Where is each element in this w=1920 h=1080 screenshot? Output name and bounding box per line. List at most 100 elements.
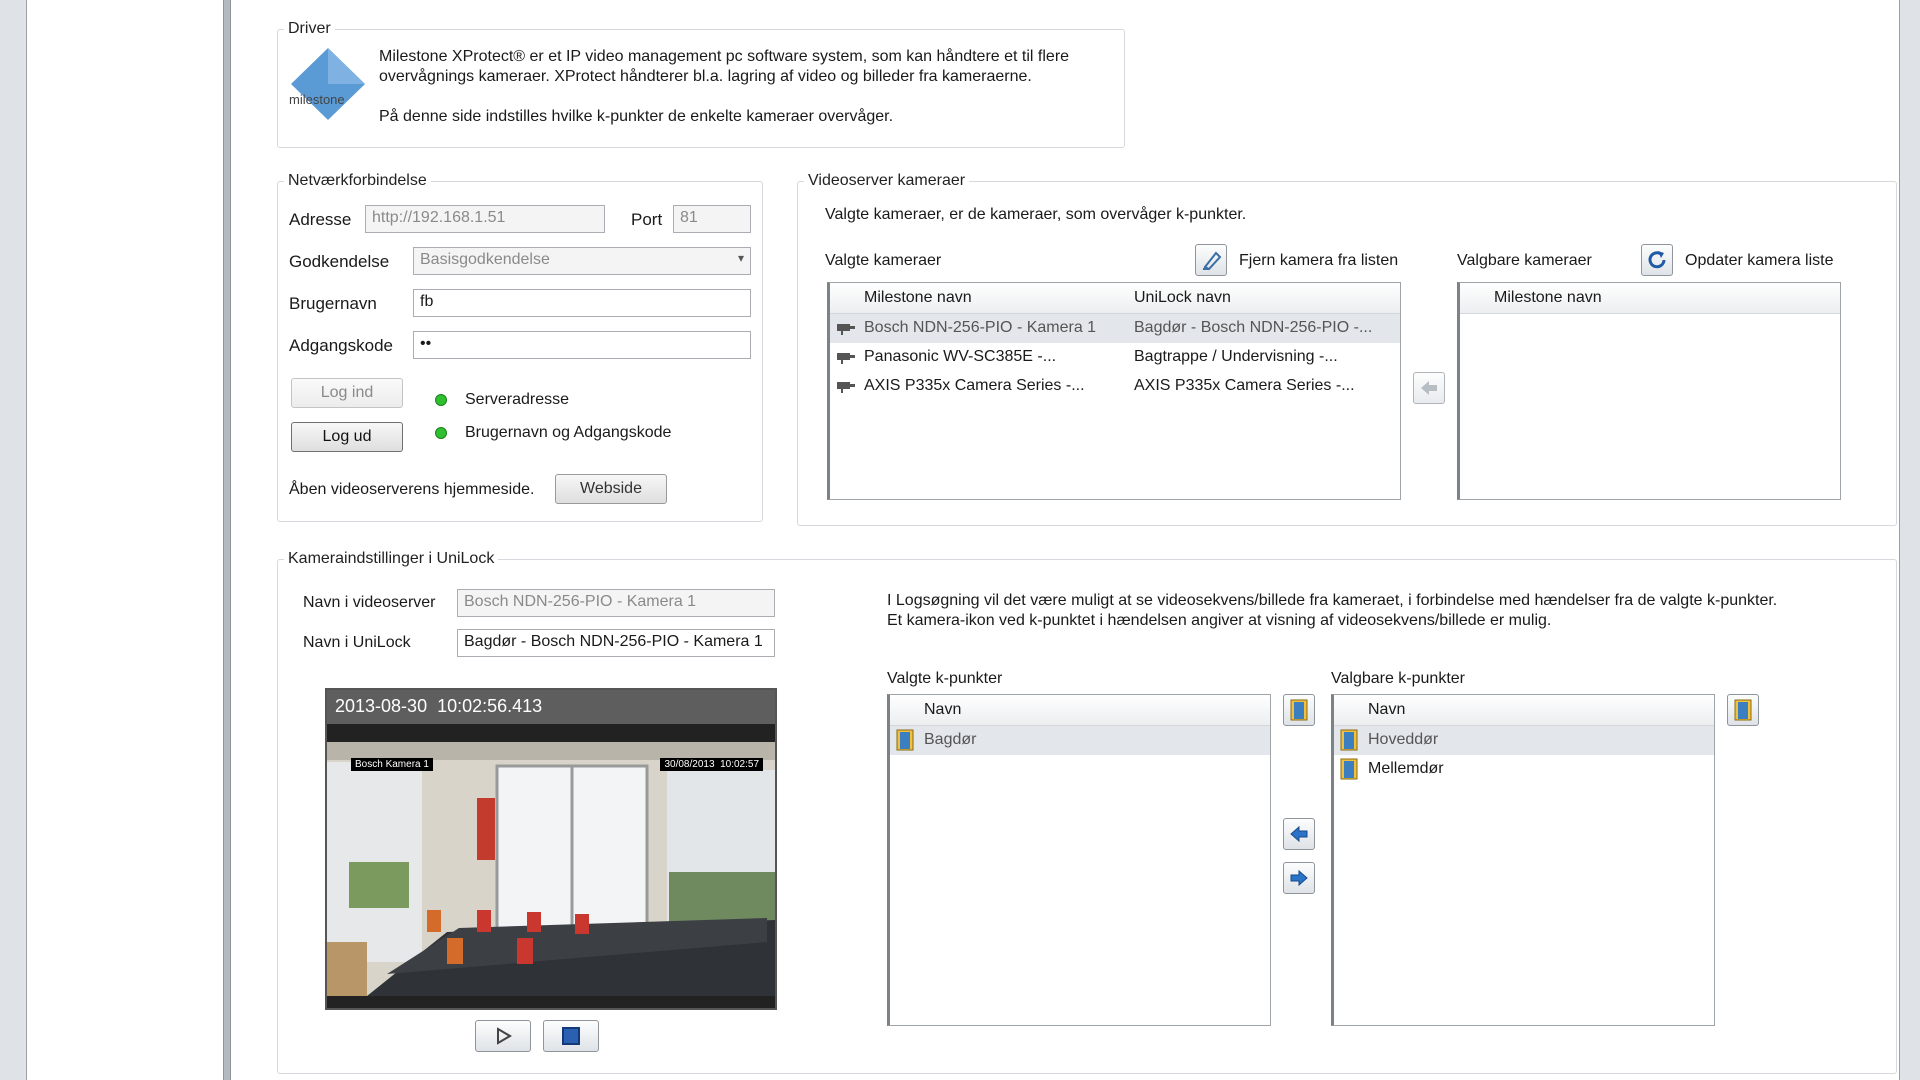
selected-cameras-list[interactable]: Milestone navn UniLock navn Bosch NDN-25… <box>827 282 1401 500</box>
webpage-button[interactable]: Webside <box>555 474 667 504</box>
milestone-logo: milestone <box>289 48 367 120</box>
network-legend: Netværkforbindelse <box>288 172 427 189</box>
server-status-label: Serveradresse <box>465 391 570 408</box>
info-line-2: Et kamera-ikon ved k-punktet i hændelsen… <box>887 612 1552 629</box>
camera-row[interactable]: Bosch NDN-256-PIO - Kamera 1 Bagdør - Bo… <box>830 314 1400 343</box>
camera-milestone-name: Panasonic WV-SC385E -... <box>864 348 1057 365</box>
camera-milestone-name: AXIS P335x Camera Series -... <box>864 377 1085 394</box>
port-label: Port <box>631 210 663 229</box>
credentials-status-dot <box>435 427 447 439</box>
left-navigation-pane <box>0 0 224 1080</box>
homepage-label: Åben videoserverens hjemmeside. <box>289 481 535 498</box>
camera-settings-legend: Kameraindstillinger i UniLock <box>288 550 495 567</box>
move-kpoint-right-button[interactable] <box>1283 862 1315 894</box>
col-milestone-name: Milestone navn <box>864 289 972 306</box>
remove-camera-button[interactable] <box>1195 244 1227 276</box>
kpoint-name: Hoveddør <box>1368 731 1439 748</box>
address-field[interactable]: http://192.168.1.51 <box>365 205 605 233</box>
move-camera-left-button[interactable] <box>1413 372 1445 404</box>
col-available-name: Navn <box>1368 701 1406 718</box>
door-icon <box>1340 758 1358 780</box>
available-kpoints-header: Navn <box>1334 695 1714 726</box>
selected-cameras-header: Milestone navn UniLock navn <box>830 283 1400 314</box>
server-status-dot <box>435 394 447 406</box>
kpoint-name: Mellemdør <box>1368 760 1444 777</box>
col-available-milestone-name: Milestone navn <box>1494 289 1602 306</box>
kpoint-row[interactable]: Mellemdør <box>1334 755 1714 784</box>
available-kpoints-label: Valgbare k-punkter <box>1331 670 1465 687</box>
play-icon <box>497 1027 512 1045</box>
available-kpoints-list[interactable]: Navn Hoveddør Mellemdør <box>1331 694 1715 1026</box>
add-kpoint-icon-button[interactable] <box>1283 694 1315 726</box>
login-button[interactable]: Log ind <box>291 378 403 408</box>
name-videoserver-label: Navn i videoserver <box>303 594 436 611</box>
add-available-kpoint-icon-button[interactable] <box>1727 694 1759 726</box>
kpoint-row[interactable]: Bagdør <box>890 726 1270 755</box>
col-unilock-name: UniLock navn <box>1134 289 1231 306</box>
name-unilock-label: Navn i UniLock <box>303 634 411 651</box>
milestone-diamond-icon <box>291 48 365 120</box>
move-kpoint-left-button[interactable] <box>1283 818 1315 850</box>
camera-icon <box>837 324 855 335</box>
play-button[interactable] <box>475 1020 531 1052</box>
door-icon <box>1340 729 1358 751</box>
name-unilock-field[interactable]: Bagdør - Bosch NDN-256-PIO - Kamera 1 <box>457 629 775 657</box>
preview-timestamp-bar: 2013-08-30 10:02:56.413 <box>327 690 775 724</box>
right-window-edge <box>1899 0 1920 1080</box>
logout-button[interactable]: Log ud <box>291 422 403 452</box>
videoserver-legend: Videoserver kameraer <box>808 172 966 189</box>
auth-select-value: Basisgodkendelse <box>420 251 550 268</box>
stop-button[interactable] <box>543 1020 599 1052</box>
selected-kpoints-list[interactable]: Navn Bagdør <box>887 694 1271 1026</box>
camera-milestone-name: Bosch NDN-256-PIO - Kamera 1 <box>864 319 1097 336</box>
arrow-left-icon <box>1421 381 1437 395</box>
driver-legend: Driver <box>288 20 331 37</box>
door-icon <box>1734 699 1752 721</box>
camera-row[interactable]: Panasonic WV-SC385E -... Bagtrappe / Und… <box>830 343 1400 372</box>
arrow-left-icon <box>1290 825 1308 843</box>
selected-kpoints-label: Valgte k-punkter <box>887 670 1003 687</box>
name-videoserver-field[interactable]: Bosch NDN-256-PIO - Kamera 1 <box>457 589 775 617</box>
update-camera-list-button[interactable] <box>1641 244 1673 276</box>
camera-row[interactable]: AXIS P335x Camera Series -... AXIS P335x… <box>830 372 1400 401</box>
preview-overlay-right: 30/08/2013 10:02:57 <box>660 758 763 771</box>
address-label: Adresse <box>289 210 352 229</box>
camera-preview: 2013-08-30 10:02:56.413 Bosch Kamera 1 3… <box>325 688 777 1010</box>
preview-overlay-left: Bosch Kamera 1 <box>351 758 433 771</box>
driver-description-1: Milestone XProtect® er et IP video manag… <box>379 48 1070 65</box>
preview-timestamp: 2013-08-30 10:02:56.413 <box>335 696 543 716</box>
kpoint-name: Bagdør <box>924 731 977 748</box>
remove-camera-label[interactable]: Fjern kamera fra listen <box>1239 252 1398 270</box>
refresh-icon <box>1648 251 1666 269</box>
port-field[interactable]: 81 <box>673 205 751 233</box>
password-label: Adgangskode <box>289 336 393 355</box>
stop-icon <box>562 1027 580 1045</box>
col-name: Navn <box>924 701 962 718</box>
available-cameras-label: Valgbare kameraer <box>1457 252 1592 269</box>
camera-icon <box>837 353 855 364</box>
camera-icon <box>837 382 855 393</box>
preview-image: Bosch Kamera 1 30/08/2013 10:02:57 <box>327 742 775 996</box>
auth-select[interactable]: Basisgodkendelse ▾ <box>413 247 751 275</box>
kpoint-row[interactable]: Hoveddør <box>1334 726 1714 755</box>
arrow-right-icon <box>1290 869 1308 887</box>
milestone-logo-text: milestone <box>289 92 345 107</box>
credentials-status-label: Brugernavn og Adgangskode <box>465 424 672 441</box>
camera-unilock-name: AXIS P335x Camera Series -... <box>1134 377 1355 394</box>
driver-description-3: På denne side indstilles hvilke k-punkte… <box>379 108 894 125</box>
available-cameras-list[interactable]: Milestone navn <box>1457 282 1841 500</box>
selected-cameras-label: Valgte kameraer <box>825 252 942 269</box>
selected-kpoints-header: Navn <box>890 695 1270 726</box>
eraser-icon <box>1203 251 1222 271</box>
main-panel: Driver milestone Milestone XProtect® er … <box>230 0 1901 1080</box>
videoserver-intro: Valgte kameraer, er de kameraer, som ove… <box>825 206 1247 223</box>
username-field[interactable]: fb <box>413 289 751 317</box>
info-line-1: I Logsøgning vil det være muligt at se v… <box>887 592 1778 609</box>
username-label: Brugernavn <box>289 294 377 313</box>
chevron-down-icon: ▾ <box>737 251 744 265</box>
door-icon <box>896 729 914 751</box>
camera-unilock-name: Bagtrappe / Undervisning -... <box>1134 348 1338 365</box>
left-pane-edge <box>0 0 27 1080</box>
password-field[interactable]: •• <box>413 331 751 359</box>
update-camera-list-label[interactable]: Opdater kamera liste <box>1685 252 1834 270</box>
